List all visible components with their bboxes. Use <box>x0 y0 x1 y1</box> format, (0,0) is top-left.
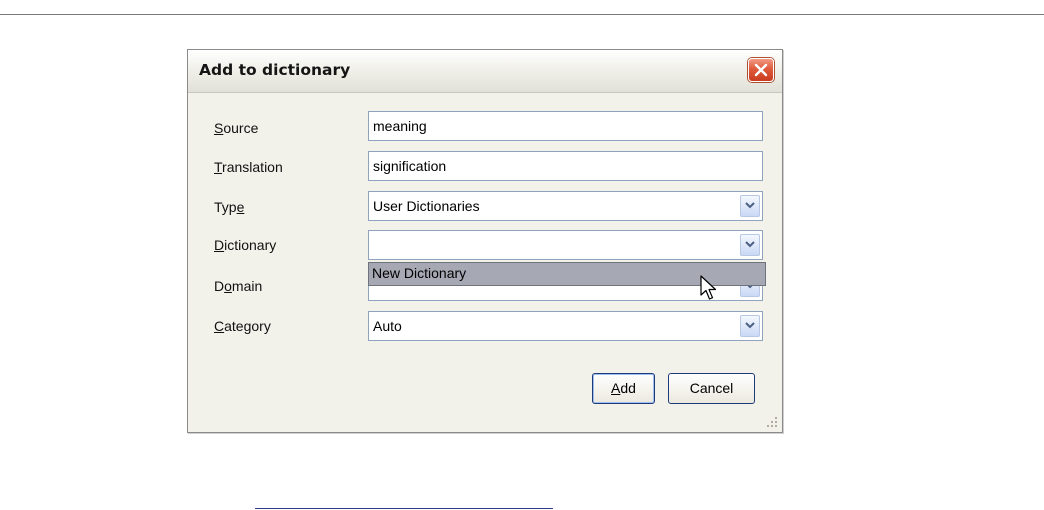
chevron-down-icon <box>745 202 755 209</box>
cancel-button[interactable]: Cancel <box>668 373 755 404</box>
category-label: Category <box>214 318 271 334</box>
chevron-down-icon <box>745 241 755 248</box>
top-separator-line <box>0 14 1044 15</box>
source-label: Source <box>214 120 259 136</box>
add-to-dictionary-dialog: Add to dictionary Source meaning Transla… <box>187 49 783 433</box>
category-select-value: Auto <box>373 318 402 334</box>
dictionary-select[interactable] <box>368 230 763 260</box>
translation-label: Translation <box>214 159 283 175</box>
dropdown-option-new-dictionary[interactable]: New Dictionary <box>372 265 466 281</box>
category-select[interactable]: Auto <box>368 311 763 341</box>
source-input-value: meaning <box>373 118 427 134</box>
type-select[interactable]: User Dictionaries <box>368 191 763 221</box>
domain-label: Domain <box>214 278 263 294</box>
chevron-down-icon <box>745 322 755 329</box>
category-dropdown-button[interactable] <box>740 315 760 337</box>
resize-grip-icon[interactable] <box>766 416 778 428</box>
source-input[interactable]: meaning <box>368 111 763 141</box>
translation-input[interactable]: signification <box>368 151 763 181</box>
close-button[interactable] <box>748 58 774 82</box>
add-button[interactable]: Add <box>592 373 655 404</box>
title-bar[interactable]: Add to dictionary <box>188 50 782 93</box>
dictionary-dropdown-button[interactable] <box>740 234 760 256</box>
mouse-pointer-icon <box>700 275 717 300</box>
dialog-title: Add to dictionary <box>199 61 351 79</box>
type-select-value: User Dictionaries <box>373 198 480 214</box>
dictionary-label: Dictionary <box>214 237 277 253</box>
type-dropdown-button[interactable] <box>740 195 760 217</box>
translation-input-value: signification <box>373 158 447 174</box>
close-icon <box>754 63 768 77</box>
bottom-separator-line <box>255 508 553 509</box>
type-label: Type <box>214 199 245 215</box>
